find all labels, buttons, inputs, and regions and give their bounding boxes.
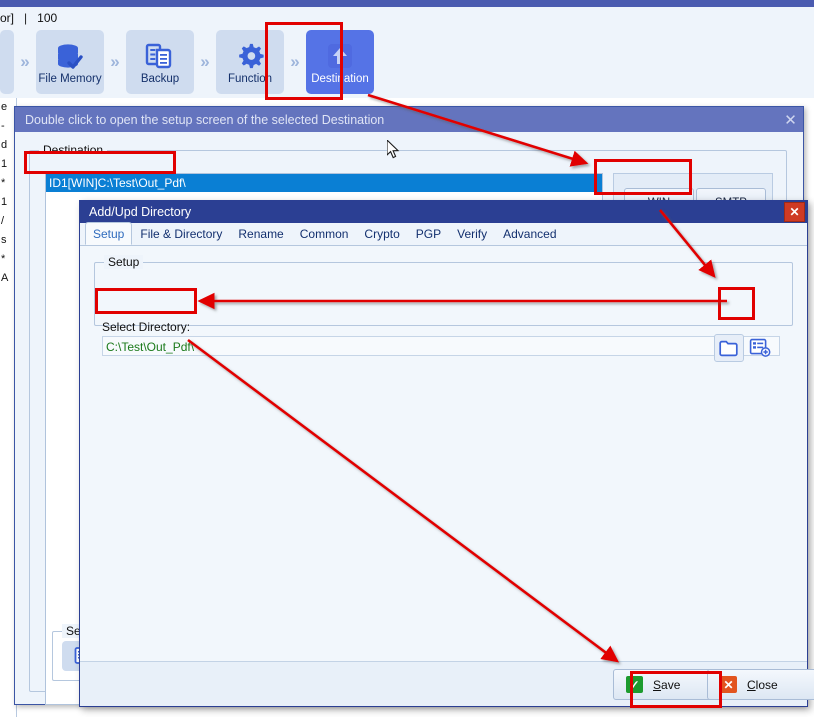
upload-arrow-icon: [324, 39, 356, 73]
tab-rename[interactable]: Rename: [230, 222, 291, 245]
toolbar-item-backup[interactable]: Backup: [126, 30, 194, 94]
dialog-title: Add/Upd Directory: [89, 205, 192, 219]
gear-icon: [235, 39, 265, 73]
toolbar-label: Backup: [140, 72, 180, 85]
close-rest: lose: [755, 677, 778, 692]
toolbar-item-partial[interactable]: [0, 30, 14, 94]
select-directory-input[interactable]: C:\Test\Out_Pdf\: [102, 336, 780, 356]
toolbar-filler: [374, 28, 814, 98]
toolbar-item-destination[interactable]: Destination: [306, 30, 374, 94]
setup-groupbox: Setup: [94, 255, 793, 326]
checkmark-icon: ✓: [626, 676, 643, 693]
status-bar: or] | 100: [0, 7, 814, 29]
tab-common[interactable]: Common: [292, 222, 357, 245]
select-directory-label: Select Directory:: [102, 320, 191, 334]
destination-groupbox-legend: Destination: [39, 143, 108, 157]
save-rest: ave: [661, 677, 681, 692]
tab-setup[interactable]: Setup: [85, 222, 133, 245]
save-button-label: Save: [653, 678, 680, 692]
dialog-titlebar: Add/Upd Directory ✕: [80, 201, 807, 223]
database-check-icon: [55, 39, 85, 73]
tab-pgp[interactable]: PGP: [408, 222, 449, 245]
dialog-footer: ✓ Save ✕ Close: [80, 661, 814, 706]
close-icon[interactable]: ✕: [784, 202, 805, 222]
toolbar-label: File Memory: [38, 72, 102, 85]
toolbar-label: Function: [227, 72, 273, 85]
chevron-right-icon-3: »: [200, 52, 210, 71]
cross-icon: ✕: [720, 676, 737, 693]
mouse-cursor: [387, 140, 400, 159]
chevron-right-icon-4: »: [290, 52, 300, 71]
close-button-label: Close: [747, 678, 778, 692]
toolbar-label: Destination: [311, 72, 369, 85]
screen: or] | 100 » File Memory » Backup » Funct…: [0, 0, 814, 717]
close-icon[interactable]: ✕: [780, 110, 801, 129]
setup-groupbox-legend: Setup: [104, 255, 144, 269]
tab-file-and-directory[interactable]: File & Directory: [132, 222, 230, 245]
status-left-fragment: or]: [0, 10, 15, 25]
destination-window-titlebar: Double click to open the setup screen of…: [15, 107, 803, 132]
dialog-body: Setup Select Directory: C:\Test\Out_Pdf\: [80, 246, 807, 683]
close-button[interactable]: ✕ Close: [707, 669, 814, 700]
documents-copy-icon: [145, 39, 175, 73]
tab-advanced[interactable]: Advanced: [495, 222, 564, 245]
folder-icon[interactable]: [714, 334, 744, 362]
tab-verify[interactable]: Verify: [449, 222, 495, 245]
save-accel: S: [653, 677, 662, 692]
chevron-right-icon-2: »: [110, 52, 120, 71]
list-add-icon[interactable]: [746, 334, 774, 360]
list-item[interactable]: ID1[WIN]C:\Test\Out_Pdf\: [46, 174, 602, 192]
window-top-accent: [0, 0, 814, 7]
main-toolbar: » File Memory » Backup » Function » Dest…: [0, 28, 814, 98]
destination-window-title: Double click to open the setup screen of…: [25, 112, 385, 127]
status-value: 100: [37, 10, 58, 25]
toolbar-item-file-memory[interactable]: File Memory: [36, 30, 104, 94]
chevron-right-icon: »: [20, 52, 30, 71]
toolbar-item-function[interactable]: Function: [216, 30, 284, 94]
add-upd-directory-dialog: Add/Upd Directory ✕ Setup File & Directo…: [79, 200, 814, 707]
tab-crypto[interactable]: Crypto: [356, 222, 407, 245]
dialog-tabstrip: Setup File & Directory Rename Common Cry…: [80, 222, 807, 246]
status-separator: |: [24, 10, 28, 25]
close-accel: C: [747, 677, 756, 692]
